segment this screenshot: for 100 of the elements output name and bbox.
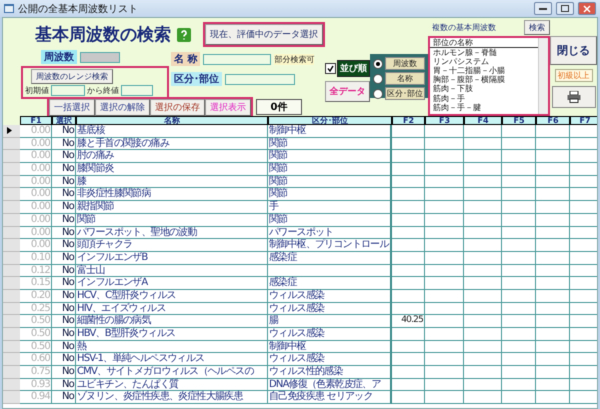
table-cell — [464, 201, 502, 214]
column-header[interactable]: F1 — [20, 116, 52, 125]
table-cell: 熱 — [76, 340, 268, 354]
scrollbar[interactable] — [538, 38, 548, 114]
column-header[interactable]: F4 — [464, 116, 502, 125]
maximize-button[interactable] — [556, 2, 574, 15]
printer-icon — [566, 91, 580, 103]
list-item[interactable]: 筋肉－手 — [430, 94, 538, 103]
list-item[interactable]: リンパシステム — [430, 57, 538, 66]
table-cell: ユビキチン、たんぱく質 — [76, 378, 268, 392]
sort-checkbox[interactable] — [325, 63, 336, 74]
table-cell — [392, 353, 425, 366]
data-select-button[interactable]: 現在、評価中のデータ選択 — [205, 24, 323, 45]
table-cell: No — [52, 239, 76, 252]
table-cell: 非炎症性膝関節病 — [76, 188, 268, 202]
name-label: 名 称 — [171, 52, 200, 66]
table-cell: 関節 — [268, 176, 392, 188]
row-selector[interactable] — [3, 125, 20, 138]
column-header[interactable]: F2 — [392, 116, 425, 125]
category-field[interactable] — [225, 74, 295, 84]
table-cell — [392, 264, 425, 278]
table-cell: No — [52, 378, 76, 392]
table-cell: ウィルス感染 — [268, 302, 392, 316]
table-cell — [536, 264, 570, 278]
list-item[interactable]: 筋肉－下肢 — [430, 84, 538, 94]
list-item[interactable]: 胃－十二指腸－小腸 — [430, 66, 538, 76]
table-cell: HCV、C型肝炎ウィルス — [76, 290, 268, 303]
range-search-button[interactable]: 周波数のレンジ検索 — [31, 69, 113, 84]
all-data-button[interactable]: 全データ — [325, 81, 370, 102]
table-cell — [502, 163, 536, 176]
table-cell — [502, 176, 536, 188]
end-field[interactable] — [121, 85, 153, 96]
table-cell — [536, 252, 570, 265]
action-button[interactable]: 選択の解除 — [95, 98, 150, 116]
table-cell — [502, 201, 536, 214]
table-cell: 自己免疫疾患 セリアック — [268, 391, 392, 404]
name-field[interactable] — [203, 54, 272, 64]
table-cell — [425, 315, 464, 328]
table-cell — [425, 277, 464, 290]
table-cell: 0.00 — [20, 201, 52, 214]
column-header[interactable]: 区分･部位 — [268, 116, 392, 125]
table-cell — [536, 315, 570, 328]
sort-option-label[interactable]: 名称 — [385, 72, 425, 85]
search-button[interactable]: 検索 — [524, 20, 550, 35]
table-cell: 関節 — [268, 163, 392, 176]
table-cell: 頭頂チャクラ — [76, 239, 268, 252]
table-cell: No — [52, 252, 76, 265]
table-cell — [502, 391, 536, 404]
table-cell: HBV、B型肝炎ウィルス — [76, 328, 268, 341]
list-item[interactable]: 筋肉－手－腱 — [430, 102, 538, 112]
table-cell: 0.00 — [20, 239, 52, 252]
sort-option-label[interactable]: 周波数 — [385, 57, 425, 70]
radio-button[interactable] — [373, 58, 383, 68]
close-button[interactable] — [578, 2, 596, 15]
table-cell — [502, 252, 536, 265]
minimize-button[interactable] — [534, 2, 552, 15]
table-cell: 制御中枢、プリコントロール — [268, 239, 392, 252]
table-cell: No — [52, 328, 76, 341]
column-header[interactable]: 選択 — [52, 116, 76, 125]
table-cell — [425, 366, 464, 379]
action-button[interactable]: 一括選択 — [49, 98, 95, 116]
frequency-field[interactable] — [80, 52, 120, 62]
table-cell — [392, 252, 425, 265]
column-header[interactable]: F7 — [570, 116, 597, 125]
table-cell — [536, 163, 570, 176]
radio-button[interactable] — [373, 74, 383, 84]
column-header[interactable]: F5 — [502, 116, 536, 125]
column-header[interactable]: F6 — [536, 116, 570, 125]
action-button[interactable]: 選択の保存 — [150, 98, 205, 116]
list-item[interactable]: 胸部－腹部－横隔膜 — [430, 75, 538, 84]
table-cell: 膝関節炎 — [76, 163, 268, 176]
table-cell: 0.12 — [20, 264, 52, 278]
form-title: 基本周波数の検索 — [35, 24, 171, 46]
table-cell: 親指関節 — [76, 201, 268, 214]
start-field[interactable] — [51, 85, 85, 96]
table-cell: ゾヌリン、炎症性疾患、炎症性大腸疾患 — [76, 391, 268, 404]
column-header[interactable]: F3 — [425, 116, 464, 125]
table-cell — [502, 328, 536, 341]
list-item[interactable]: ホルモン腺－脊髄 — [430, 48, 538, 58]
close-form-button[interactable]: 閉じる — [550, 36, 597, 65]
body-part-list[interactable]: 部位の名称 ホルモン腺－脊髄 リンパシステム 胃－十二指腸－小腸 胸部－腹部－横隔膜 筋肉－下肢 筋肉－手 筋肉－手－腱 — [428, 36, 550, 116]
table-cell: 0.00 — [20, 138, 52, 150]
sort-button[interactable]: 並び順 — [337, 60, 370, 77]
print-button[interactable] — [552, 86, 596, 108]
table-cell: 0.75 — [20, 366, 52, 379]
maximize-icon — [561, 5, 569, 12]
column-header[interactable]: 名称 — [76, 116, 268, 125]
table-cell: No — [52, 302, 76, 316]
table-cell: ウィルス感染 — [268, 290, 392, 303]
table-cell: 膝と手首の関接の痛み — [76, 138, 268, 150]
table-cell — [425, 163, 464, 176]
table-cell: 富士山 — [76, 264, 268, 278]
table-cell — [536, 188, 570, 202]
table-cell: No — [52, 391, 76, 404]
table-cell — [536, 290, 570, 303]
sort-option-label[interactable]: 区分･部位 — [385, 87, 425, 100]
help-icon[interactable] — [177, 28, 191, 42]
radio-button[interactable] — [373, 88, 383, 98]
action-button[interactable]: 選択表示 — [205, 98, 251, 116]
table-cell — [536, 340, 570, 354]
